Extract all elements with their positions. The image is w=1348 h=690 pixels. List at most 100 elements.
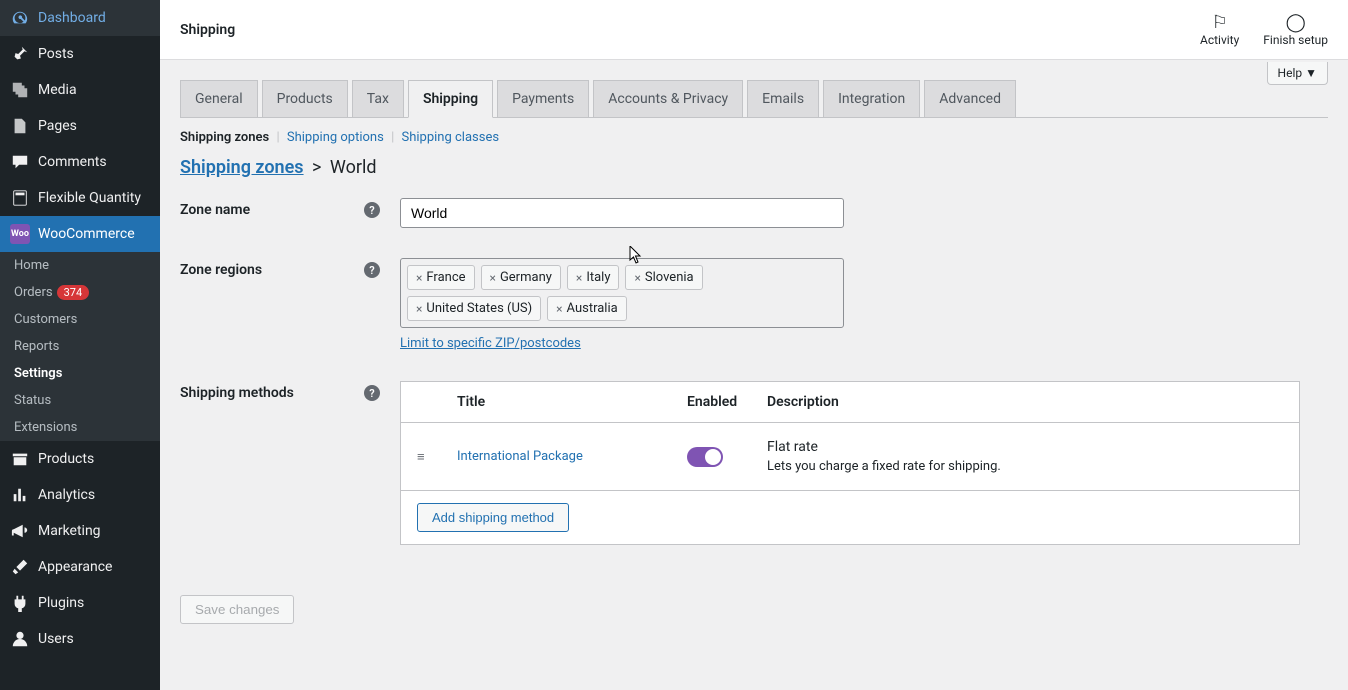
help-icon[interactable]: ?: [364, 202, 380, 218]
zone-name-input[interactable]: [400, 198, 844, 228]
region-tag: ×Slovenia: [625, 265, 702, 290]
activity-button[interactable]: ⚐Activity: [1200, 12, 1239, 47]
sidebar-item-posts[interactable]: Posts: [0, 36, 160, 72]
remove-tag-icon[interactable]: ×: [490, 271, 496, 285]
sidebar-item-woocommerce[interactable]: Woo WooCommerce: [0, 216, 160, 252]
sidebar: Dashboard Posts Media Pages Comments Fle…: [0, 0, 160, 690]
region-tag: ×Italy: [567, 265, 620, 290]
add-shipping-method-button[interactable]: Add shipping method: [417, 503, 569, 532]
zip-link[interactable]: Limit to specific ZIP/postcodes: [400, 336, 581, 351]
help-icon[interactable]: ?: [364, 262, 380, 278]
page-icon: [10, 116, 30, 136]
submenu-customers[interactable]: Customers: [0, 306, 160, 333]
sidebar-label: Posts: [38, 46, 74, 62]
pin-icon: [10, 44, 30, 64]
sidebar-item-comments[interactable]: Comments: [0, 144, 160, 180]
sidebar-item-flexible-quantity[interactable]: Flexible Quantity: [0, 180, 160, 216]
subnav-shipping-zones[interactable]: Shipping zones: [180, 130, 269, 145]
remove-tag-icon[interactable]: ×: [634, 271, 640, 285]
table-row: ≡ International Package Flat rate Lets y…: [401, 423, 1299, 491]
sidebar-item-analytics[interactable]: Analytics: [0, 477, 160, 513]
main: Shipping ⚐Activity ◯Finish setup Help ▼ …: [160, 0, 1348, 690]
sidebar-label: Comments: [38, 154, 107, 170]
submenu-settings[interactable]: Settings: [0, 360, 160, 387]
user-icon: [10, 629, 30, 649]
submenu-reports[interactable]: Reports: [0, 333, 160, 360]
submenu-extensions[interactable]: Extensions: [0, 414, 160, 441]
media-icon: [10, 80, 30, 100]
circle-icon: ◯: [1286, 12, 1306, 33]
method-desc-title: Flat rate: [767, 439, 1283, 455]
sidebar-label: Marketing: [38, 523, 101, 539]
remove-tag-icon[interactable]: ×: [576, 271, 582, 285]
region-tag: ×France: [407, 265, 475, 290]
tab-emails[interactable]: Emails: [747, 80, 819, 117]
topbar: Shipping ⚐Activity ◯Finish setup: [160, 0, 1348, 60]
help-icon[interactable]: ?: [364, 385, 380, 401]
shipping-methods-label: Shipping methods ?: [180, 381, 400, 401]
sidebar-item-users[interactable]: Users: [0, 621, 160, 657]
calc-icon: [10, 188, 30, 208]
sidebar-item-media[interactable]: Media: [0, 72, 160, 108]
breadcrumb-current: World: [330, 157, 377, 178]
zone-regions-label: Zone regions ?: [180, 258, 400, 278]
enabled-toggle[interactable]: [687, 447, 723, 467]
remove-tag-icon[interactable]: ×: [416, 271, 422, 285]
table-header: Title Enabled Description: [401, 382, 1299, 423]
remove-tag-icon[interactable]: ×: [556, 302, 562, 316]
submenu-orders[interactable]: Orders374: [0, 279, 160, 306]
sidebar-label: Appearance: [38, 559, 112, 575]
sidebar-label: Media: [38, 82, 77, 98]
sidebar-item-products[interactable]: Products: [0, 441, 160, 477]
sidebar-label: Dashboard: [38, 10, 106, 26]
woo-icon: Woo: [10, 224, 30, 244]
tab-advanced[interactable]: Advanced: [924, 80, 1016, 117]
submenu-home[interactable]: Home: [0, 252, 160, 279]
region-tag: ×Germany: [481, 265, 561, 290]
remove-tag-icon[interactable]: ×: [416, 302, 422, 316]
header-enabled: Enabled: [687, 394, 767, 410]
woo-submenu: Home Orders374 Customers Reports Setting…: [0, 252, 160, 441]
sidebar-item-marketing[interactable]: Marketing: [0, 513, 160, 549]
tab-payments[interactable]: Payments: [497, 80, 589, 117]
tab-general[interactable]: General: [180, 80, 258, 117]
tab-accounts-privacy[interactable]: Accounts & Privacy: [593, 80, 743, 117]
subnav-shipping-options[interactable]: Shipping options: [287, 130, 384, 145]
content: General Products Tax Shipping Payments A…: [160, 60, 1348, 644]
finish-setup-button[interactable]: ◯Finish setup: [1263, 12, 1328, 47]
brush-icon: [10, 557, 30, 577]
subnav: Shipping zones | Shipping options | Ship…: [180, 130, 1328, 145]
zone-name-label: Zone name ?: [180, 198, 400, 218]
orders-badge: 374: [57, 285, 90, 300]
sidebar-label: WooCommerce: [38, 226, 135, 242]
sidebar-label: Analytics: [38, 487, 95, 503]
sidebar-label: Pages: [38, 118, 77, 134]
tab-integration[interactable]: Integration: [823, 80, 920, 117]
sidebar-item-pages[interactable]: Pages: [0, 108, 160, 144]
sidebar-item-appearance[interactable]: Appearance: [0, 549, 160, 585]
sidebar-label: Users: [38, 631, 74, 647]
shipping-methods-table: Title Enabled Description ≡ Internationa…: [400, 381, 1300, 545]
save-changes-button[interactable]: Save changes: [180, 595, 294, 624]
method-title-link[interactable]: International Package: [457, 449, 583, 464]
comment-icon: [10, 152, 30, 172]
breadcrumb-link[interactable]: Shipping zones: [180, 157, 304, 178]
tab-shipping[interactable]: Shipping: [408, 80, 493, 118]
header-title: Title: [457, 394, 687, 410]
tab-tax[interactable]: Tax: [352, 80, 404, 117]
sidebar-label: Products: [38, 451, 94, 467]
method-desc-sub: Lets you charge a fixed rate for shippin…: [767, 459, 1283, 474]
dashboard-icon: [10, 8, 30, 28]
breadcrumb: Shipping zones > World: [180, 157, 1328, 178]
zone-regions-input[interactable]: ×France ×Germany ×Italy ×Slovenia ×Unite…: [400, 258, 844, 328]
submenu-status[interactable]: Status: [0, 387, 160, 414]
subnav-shipping-classes[interactable]: Shipping classes: [401, 130, 499, 145]
sidebar-item-plugins[interactable]: Plugins: [0, 585, 160, 621]
tabs: General Products Tax Shipping Payments A…: [180, 80, 1328, 118]
sidebar-item-dashboard[interactable]: Dashboard: [0, 0, 160, 36]
region-tag: ×United States (US): [407, 296, 541, 321]
sidebar-label: Plugins: [38, 595, 84, 611]
drag-handle-icon[interactable]: ≡: [417, 449, 457, 465]
tab-products[interactable]: Products: [262, 80, 348, 117]
chart-icon: [10, 485, 30, 505]
